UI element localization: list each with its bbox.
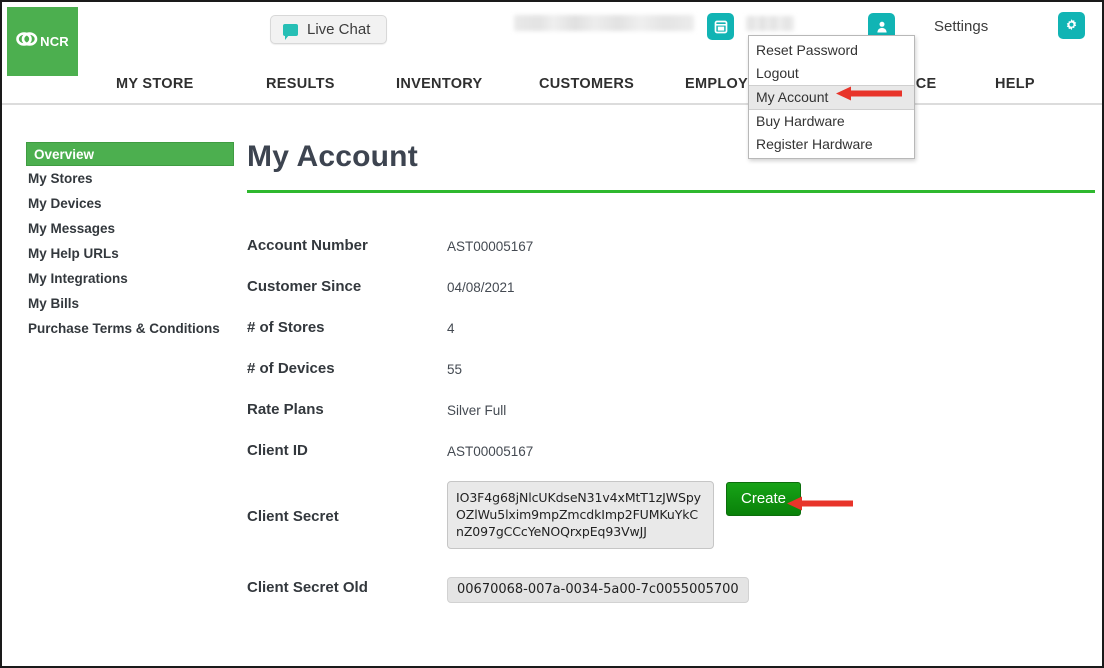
field-label: Rate Plans — [247, 401, 324, 418]
chat-bubble-icon — [283, 23, 298, 40]
client-secret-value[interactable]: IO3F4g68jNlcUKdseN31v4xMtT1zJWSpyOZlWu5l… — [447, 481, 714, 549]
nav-item-help[interactable]: HELP — [995, 76, 1035, 92]
live-chat-button[interactable]: Live Chat — [270, 15, 388, 44]
field-label: Client Secret — [247, 507, 339, 525]
ncr-logo[interactable]: NCR — [7, 7, 78, 76]
field-label: Client ID — [247, 442, 308, 459]
title-divider — [247, 190, 1095, 193]
field-client-secret-old: Client Secret Old 00670068-007a-0034-5a0… — [247, 577, 1090, 603]
field-rate-plans: Rate Plans Silver Full — [247, 399, 1090, 418]
field-value: AST00005167 — [447, 444, 534, 459]
page-header: NCR Live Chat Settings — [2, 2, 1102, 76]
live-chat-label: Live Chat — [307, 21, 371, 38]
redacted-company-name — [514, 15, 694, 31]
field-client-secret: Client Secret IO3F4g68jNlcUKdseN31v4xMtT… — [247, 481, 1090, 549]
field-value: 04/08/2021 — [447, 280, 515, 295]
nav-item-customers[interactable]: CUSTOMERS — [539, 76, 634, 92]
red-arrow-pointing-my-account — [836, 86, 902, 101]
menu-item-register-hardware[interactable]: Register Hardware — [749, 133, 914, 156]
sidebar-item-my-devices[interactable]: My Devices — [26, 191, 234, 216]
field-value: 4 — [447, 321, 455, 336]
store-icon[interactable] — [707, 13, 734, 40]
field-label: # of Stores — [247, 319, 325, 336]
ncr-rings-logo-icon — [16, 30, 38, 53]
menu-item-buy-hardware[interactable]: Buy Hardware — [749, 110, 914, 133]
nav-item-my-store[interactable]: MY STORE — [116, 76, 194, 92]
sidebar-item-overview[interactable]: Overview — [26, 142, 234, 166]
gear-icon[interactable] — [1058, 12, 1085, 39]
field-label: # of Devices — [247, 360, 335, 377]
field-account-number: Account Number AST00005167 — [247, 235, 1090, 254]
page-title: My Account — [247, 140, 418, 173]
red-arrow-pointing-create-button — [787, 496, 853, 511]
ncr-logo-text: NCR — [40, 34, 69, 49]
menu-item-logout[interactable]: Logout — [749, 62, 914, 85]
field-label: Client Secret Old — [247, 579, 368, 596]
sidebar-item-my-integrations[interactable]: My Integrations — [26, 266, 234, 291]
client-secret-old-value[interactable]: 00670068-007a-0034-5a00-7c0055005700 — [447, 577, 749, 603]
nav-item-inventory[interactable]: INVENTORY — [396, 76, 483, 92]
sidebar-item-my-stores[interactable]: My Stores — [26, 166, 234, 191]
settings-link[interactable]: Settings — [934, 18, 988, 35]
field-number-of-stores: # of Stores 4 — [247, 317, 1090, 336]
field-customer-since: Customer Since 04/08/2021 — [247, 276, 1090, 295]
account-sidebar: Overview My Stores My Devices My Message… — [26, 142, 234, 341]
field-label: Account Number — [247, 237, 368, 254]
app-window: NCR Live Chat Settings MY STORE RESULTS … — [0, 0, 1104, 668]
field-value: 55 — [447, 362, 463, 377]
field-value: Silver Full — [447, 403, 507, 418]
field-label: Customer Since — [247, 278, 362, 295]
field-client-id: Client ID AST00005167 — [247, 440, 1090, 459]
sidebar-item-purchase-terms[interactable]: Purchase Terms & Conditions — [26, 316, 234, 341]
field-number-of-devices: # of Devices 55 — [247, 358, 1090, 377]
redacted-user-name — [746, 16, 794, 31]
sidebar-item-my-help-urls[interactable]: My Help URLs — [26, 241, 234, 266]
main-navigation: MY STORE RESULTS INVENTORY CUSTOMERS EMP… — [2, 76, 1102, 105]
nav-item-results[interactable]: RESULTS — [266, 76, 335, 92]
menu-item-reset-password[interactable]: Reset Password — [749, 39, 914, 62]
field-value: AST00005167 — [447, 239, 534, 254]
main-content: My Account Account Number AST00005167 Cu… — [247, 140, 1095, 625]
sidebar-item-my-messages[interactable]: My Messages — [26, 216, 234, 241]
sidebar-item-my-bills[interactable]: My Bills — [26, 291, 234, 316]
